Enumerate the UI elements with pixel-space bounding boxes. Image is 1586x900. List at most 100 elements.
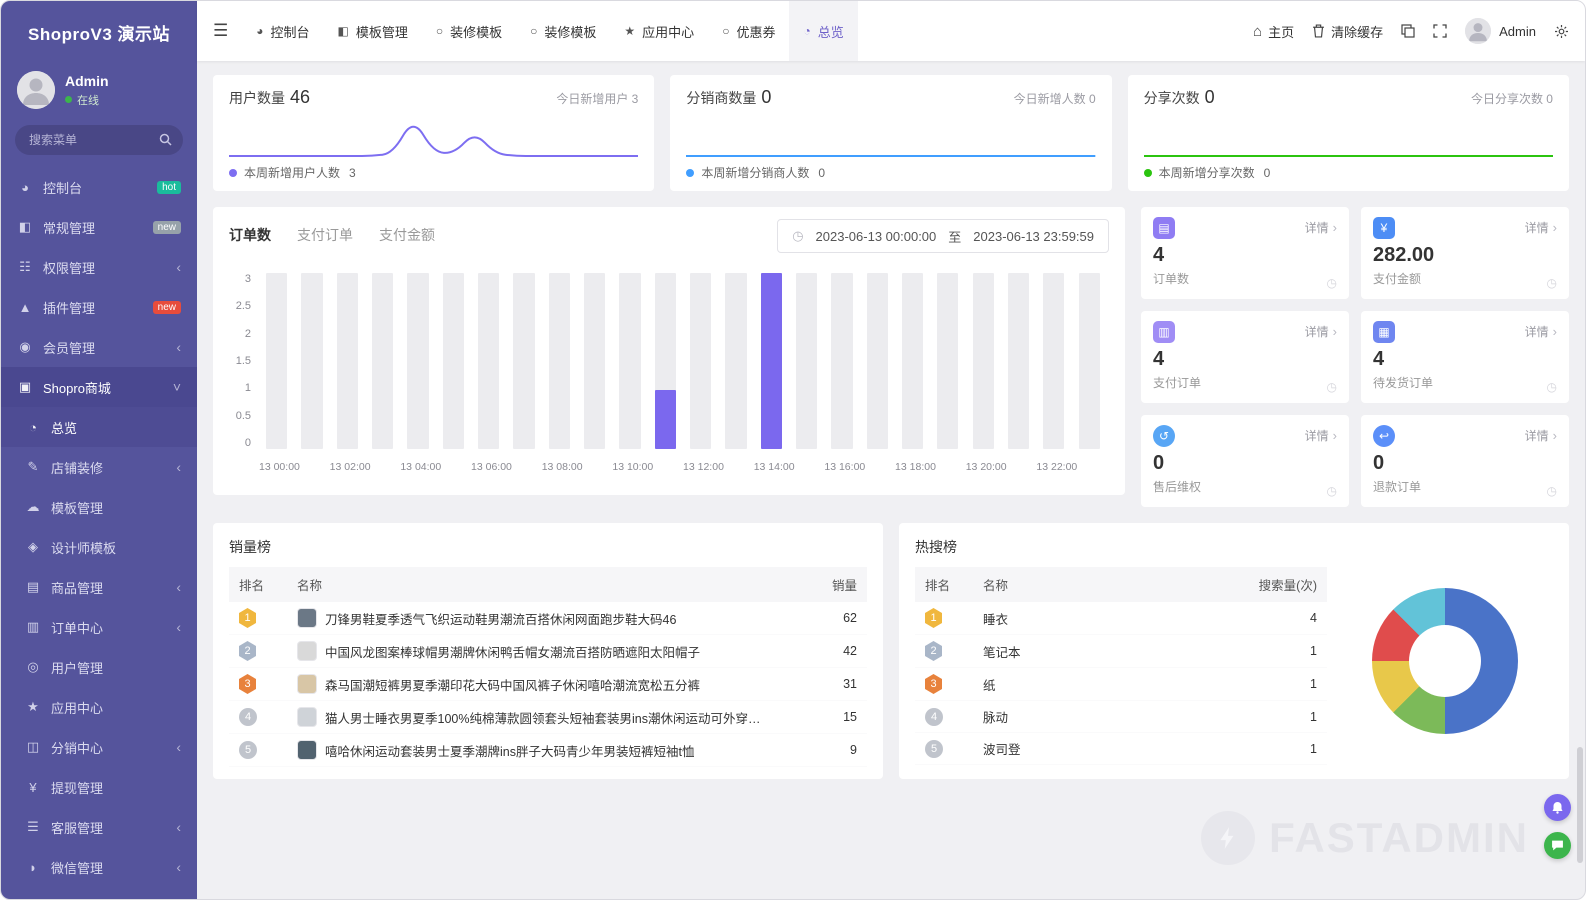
rank-badge: 4 (239, 708, 257, 726)
bar-value (655, 390, 676, 449)
mini-stat-card[interactable]: ↺详情›0售后维权◷ (1141, 415, 1349, 507)
table-row: 5嘻哈休闲运动套装男士夏季潮牌ins胖子大码青少年男装短裤短袖t恤9 (229, 734, 867, 767)
sidebar-item[interactable]: ▣Shopro商城˅ (1, 367, 197, 407)
app-center-icon: ★ (25, 699, 41, 715)
detail-link[interactable]: 详情› (1525, 219, 1557, 236)
nav-tab[interactable]: ◔总览 (789, 1, 857, 61)
fastadmin-logo-icon (1201, 811, 1255, 865)
sidebar-subitem[interactable]: ◎用户管理 (1, 647, 197, 687)
sidebar-subitem[interactable]: ◈设计师模板 (1, 527, 197, 567)
mini-stat-card[interactable]: ▤详情›4订单数◷ (1141, 207, 1349, 299)
mini-stat-card[interactable]: ▥详情›4支付订单◷ (1141, 311, 1349, 403)
product-name: 猫人男士睡衣男夏季100%纯棉薄款圆领套头短袖套装男ins潮休闲运动可外穿家居服 (325, 708, 765, 727)
watermark-text: FASTADMIN (1269, 814, 1529, 862)
clear-cache-button[interactable]: 清除缓存 (1312, 22, 1383, 41)
y-axis-label: 0 (245, 437, 251, 449)
settings-gear-icon[interactable] (1554, 24, 1569, 39)
sidebar-item-label: 提现管理 (51, 778, 181, 797)
sidebar-item-label: 常规管理 (43, 218, 143, 237)
user-manage-icon: ◎ (25, 659, 41, 675)
bar-slot (577, 273, 612, 449)
sidebar-subitem[interactable]: ◔总览 (1, 407, 197, 447)
nav-tab[interactable]: ★应用中心 (610, 1, 708, 61)
metric-value: 4 (1373, 348, 1557, 371)
panel-title: 销量榜 (229, 537, 867, 557)
sidebar-subitem[interactable]: ★ 应用中心 (1, 687, 197, 727)
nav-tab[interactable]: ◕控制台 (242, 1, 323, 61)
detail-link[interactable]: 详情› (1525, 323, 1557, 340)
nav-tab[interactable]: ◧模板管理 (324, 1, 422, 61)
sidebar-subitem[interactable]: ◫分销中心‹ (1, 727, 197, 767)
nav-tab[interactable]: ○优惠券 (708, 1, 789, 61)
x-axis-label: 13 18:00 (895, 461, 936, 473)
member-manage-icon: ◉ (17, 339, 33, 355)
detail-label: 详情 (1525, 219, 1549, 236)
sidebar-subitem[interactable]: ☁模板管理 (1, 487, 197, 527)
copy-docs-icon[interactable] (1401, 24, 1415, 38)
notification-bell-button[interactable] (1544, 794, 1571, 821)
search-icon[interactable] (159, 133, 172, 146)
app-title[interactable]: ShoproV3 演示站 (1, 1, 197, 63)
sidebar-item[interactable]: ◉会员管理‹ (1, 327, 197, 367)
sidebar-item[interactable]: ☷权限管理‹ (1, 247, 197, 287)
bar-background (1008, 273, 1029, 449)
bar-slot (966, 273, 1001, 449)
bar-background (655, 273, 676, 449)
bar-slot (718, 273, 753, 449)
scrollbar-thumb[interactable] (1577, 747, 1583, 863)
product-thumbnail (297, 740, 317, 760)
nav-tab[interactable]: ○装修模板 (422, 1, 516, 61)
bar-background (1079, 273, 1100, 449)
sidebar-subitem[interactable]: ◗微信管理‹ (1, 847, 197, 887)
x-axis-label: 13 14:00 (754, 461, 795, 473)
sidebar-subitem[interactable]: ☰客服管理‹ (1, 807, 197, 847)
sidebar-item-label: 应用中心 (51, 698, 181, 717)
mini-stat-card[interactable]: ↩详情›0退款订单◷ (1361, 415, 1569, 507)
sidebar-subitem[interactable]: ▤商品管理‹ (1, 567, 197, 607)
detail-link[interactable]: 详情› (1525, 427, 1557, 444)
order-panel-tab[interactable]: 支付订单 (297, 225, 353, 245)
chevron-icon: ‹ (176, 259, 181, 275)
sidebar-menu: ◕控制台hot◧常规管理new☷权限管理‹▲插件管理new◉会员管理‹▣Shop… (1, 167, 197, 899)
date-range-picker[interactable]: ◷ 2023-06-13 00:00:00 至 2023-06-13 23:59… (777, 219, 1109, 253)
sidebar-subitem[interactable]: ¥提现管理 (1, 767, 197, 807)
order-panel-tab[interactable]: 订单数 (229, 225, 271, 245)
product-name: 刀锋男鞋夏季透气飞织运动鞋男潮流百搭休闲网面跑步鞋大码46 (325, 609, 676, 628)
avatar[interactable] (17, 71, 55, 109)
detail-link[interactable]: 详情› (1305, 323, 1337, 340)
bar-background (725, 273, 746, 449)
x-axis-label (865, 461, 895, 473)
online-status-dot (65, 96, 72, 103)
user-menu[interactable]: Admin (1465, 18, 1536, 44)
bar-background (372, 273, 393, 449)
online-status-label: 在线 (77, 92, 99, 108)
home-button[interactable]: ⌂ 主页 (1253, 22, 1294, 41)
detail-link[interactable]: 详情› (1305, 219, 1337, 236)
clear-cache-label: 清除缓存 (1331, 22, 1383, 41)
nav-tab[interactable]: ○装修模板 (516, 1, 610, 61)
bar-background (937, 273, 958, 449)
app-center-icon: ★ (624, 24, 635, 38)
search-input[interactable] (15, 125, 183, 155)
sidebar-item[interactable]: ▲插件管理new (1, 287, 197, 327)
name-wrap: 嘻哈休闲运动套装男士夏季潮牌ins胖子大码青少年男装短裤短袖t恤 (297, 740, 765, 760)
pay-order-icon: ▥ (1153, 321, 1175, 343)
sidebar-item-label: 订单中心 (51, 618, 166, 637)
metric-label: 支付订单 (1153, 374, 1337, 391)
hamburger-menu-icon[interactable]: ☰ (213, 21, 228, 41)
chat-button[interactable] (1544, 832, 1571, 859)
sidebar-item[interactable]: ◧常规管理new (1, 207, 197, 247)
fullscreen-icon[interactable] (1433, 24, 1447, 38)
stat-value: 0 (1205, 87, 1215, 107)
sidebar-item[interactable]: ◕控制台hot (1, 167, 197, 207)
mini-stat-card[interactable]: ¥详情›282.00支付金额◷ (1361, 207, 1569, 299)
order-panel-tab[interactable]: 支付金额 (379, 225, 435, 245)
mini-stat-card[interactable]: ▦详情›4待发货订单◷ (1361, 311, 1569, 403)
sidebar-subitem[interactable]: ▥订单中心‹ (1, 607, 197, 647)
dashboard-icon: ◕ (17, 180, 33, 195)
sidebar-item-label: 微信管理 (51, 858, 166, 877)
sidebar-subitem[interactable]: ✎店铺装修‹ (1, 447, 197, 487)
stat-value: 0 (761, 87, 771, 107)
detail-link[interactable]: 详情› (1305, 427, 1337, 444)
table-row: 1睡衣4 (915, 602, 1327, 635)
